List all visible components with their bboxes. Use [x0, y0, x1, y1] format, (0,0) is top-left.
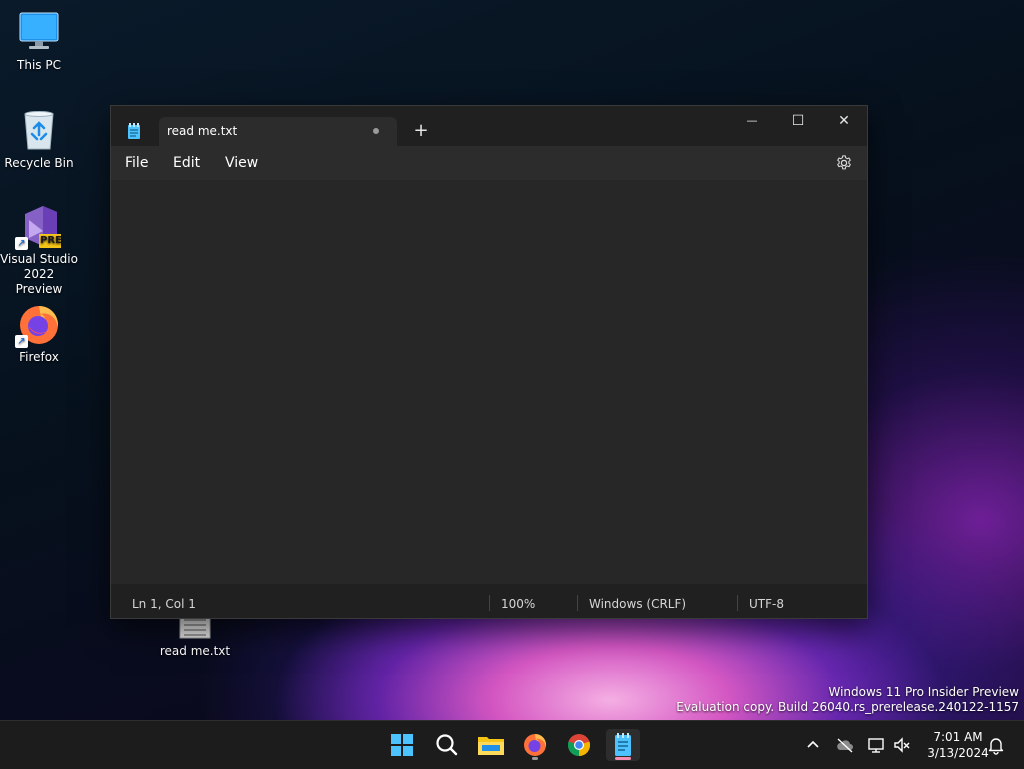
close-button[interactable]: ✕ — [821, 106, 867, 138]
firefox-icon: ↗ — [15, 302, 61, 348]
desktop-icon-recycle-bin[interactable]: Recycle Bin — [0, 108, 78, 171]
menu-file[interactable]: File — [125, 155, 148, 171]
cursor-position: Ln 1, Col 1 — [132, 597, 196, 611]
desktop-icon-label: Firefox — [19, 350, 59, 364]
notepad-taskbar-button[interactable] — [606, 729, 640, 761]
active-indicator — [615, 757, 631, 760]
text-editor[interactable] — [111, 180, 867, 584]
title-bar[interactable]: read me.txt + — ☐ ✕ — [111, 106, 867, 146]
watermark-line1: Windows 11 Pro Insider Preview — [828, 685, 1019, 699]
line-ending[interactable]: Windows (CRLF) — [589, 597, 686, 611]
start-button[interactable] — [385, 729, 419, 761]
desktop-icon-label-line2: 2022 Preview — [15, 267, 63, 296]
notepad-app-icon — [127, 123, 141, 143]
settings-gear-icon[interactable] — [835, 154, 853, 172]
windows-logo-icon — [391, 734, 413, 756]
watermark-line2: Evaluation copy. Build 26040.rs_prerelea… — [676, 700, 1019, 714]
menu-bar: File Edit View — [111, 146, 867, 180]
zoom-level[interactable]: 100% — [501, 597, 535, 611]
notification-bell-icon[interactable] — [986, 735, 1006, 755]
shortcut-arrow-icon: ↗ — [15, 335, 28, 348]
monitor-icon — [17, 10, 61, 54]
desktop-icon-label-line1: Visual Studio — [0, 252, 78, 266]
search-button[interactable] — [430, 729, 464, 761]
status-divider — [489, 595, 490, 611]
encoding[interactable]: UTF-8 — [749, 597, 784, 611]
menu-edit[interactable]: Edit — [173, 155, 200, 171]
visual-studio-icon: PRE ↗ — [15, 204, 63, 250]
folder-icon — [478, 737, 504, 755]
desktop-icon-label: read me.txt — [159, 644, 231, 658]
desktop-icon-visual-studio[interactable]: PRE ↗ Visual Studio 2022 Preview — [0, 204, 78, 297]
evaluation-watermark: Windows 11 Pro Insider Preview Evaluatio… — [676, 685, 1019, 715]
status-bar: Ln 1, Col 1 100% Windows (CRLF) UTF-8 — [111, 584, 867, 618]
desktop-icon-label: Recycle Bin — [4, 156, 74, 170]
unsaved-dot-icon[interactable] — [373, 128, 379, 134]
recycle-bin-icon — [17, 108, 61, 152]
new-tab-button[interactable]: + — [409, 120, 433, 144]
notepad-window[interactable]: read me.txt + — ☐ ✕ File Edit View Ln 1,… — [110, 105, 868, 619]
firefox-taskbar-button[interactable] — [518, 729, 552, 761]
tab-title: read me.txt — [167, 124, 238, 138]
pre-badge: PRE — [40, 235, 62, 246]
search-icon — [436, 734, 458, 756]
volume-muted-icon[interactable] — [892, 735, 912, 755]
taskbar: 7:01 AM 3/13/2024 — [0, 720, 1024, 769]
onedrive-offline-cloud-icon[interactable] — [835, 735, 855, 755]
chrome-icon — [567, 734, 591, 757]
show-hidden-icons-chevron-up-icon[interactable] — [803, 735, 823, 755]
running-indicator — [532, 757, 538, 760]
shortcut-arrow-icon: ↗ — [15, 237, 28, 250]
desktop-icon-firefox[interactable]: ↗ Firefox — [0, 302, 78, 365]
chrome-taskbar-button[interactable] — [562, 729, 596, 761]
status-divider — [577, 595, 578, 611]
maximize-button[interactable]: ☐ — [775, 106, 821, 138]
desktop-icon-label: This PC — [17, 58, 61, 72]
desktop-icon-read-me-txt[interactable]: read me.txt — [156, 612, 234, 659]
menu-view[interactable]: View — [225, 155, 258, 171]
status-divider — [737, 595, 738, 611]
tab-read-me-txt[interactable]: read me.txt — [159, 117, 397, 146]
minimize-button[interactable]: — — [729, 106, 775, 138]
file-explorer-button[interactable] — [474, 729, 508, 761]
network-icon[interactable] — [866, 735, 886, 755]
desktop-icon-this-pc[interactable]: This PC — [0, 10, 78, 73]
